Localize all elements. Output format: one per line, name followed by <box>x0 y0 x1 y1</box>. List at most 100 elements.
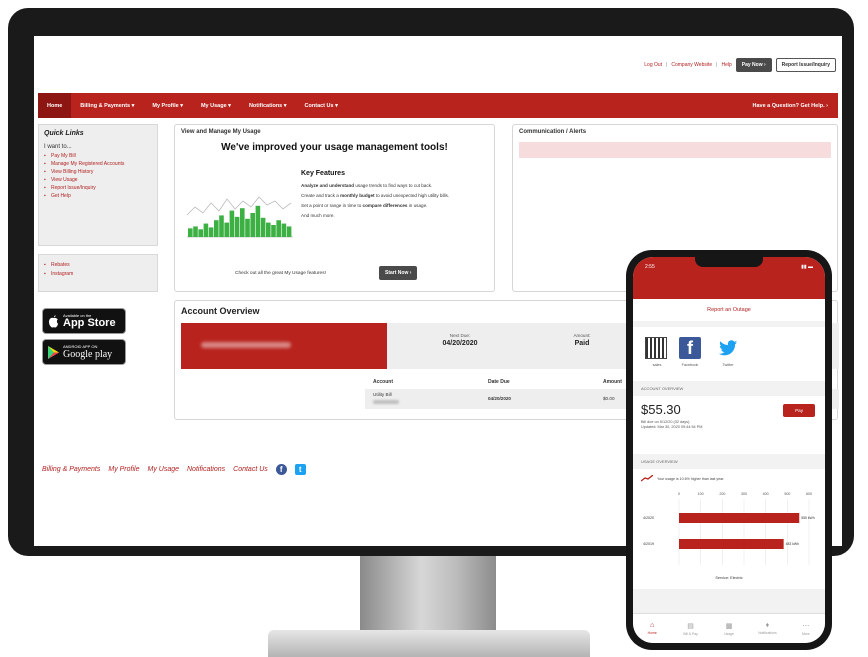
twitter-icon[interactable]: t <box>294 464 306 475</box>
feature-compare-bold: compare differences <box>362 203 408 208</box>
row-account: Utility Bill <box>373 392 392 397</box>
axis-tick-label: 100 <box>698 492 704 496</box>
tab-bill-pay[interactable]: ▤ Bill & Pay <box>671 614 709 643</box>
footer-contact-link[interactable]: Contact Us <box>233 466 268 473</box>
quick-links-list: Pay My Bill Manage My Registered Account… <box>44 152 152 200</box>
col-account: Account <box>373 379 393 385</box>
instagram-link[interactable]: Instagram <box>44 270 152 279</box>
extra-links-panel: Rebates Instagram <box>38 254 158 292</box>
tab-notifications[interactable]: ♦ Notifications <box>748 614 786 643</box>
footer-usage-link[interactable]: My Usage <box>147 466 179 473</box>
nav-billing-payments[interactable]: Billing & Payments ▾ <box>71 93 143 118</box>
nav-home[interactable]: Home <box>38 93 72 118</box>
facebook-icon[interactable]: f <box>679 337 701 359</box>
key-features-title: Key Features <box>301 170 345 177</box>
usage-bar <box>203 223 209 237</box>
nav-my-profile[interactable]: My Profile ▾ <box>143 93 192 118</box>
bell-icon: ♦ <box>765 622 770 629</box>
usage-chart-thumbnail <box>185 185 295 241</box>
more-icon: ⋯ <box>802 622 810 630</box>
usage-overview-card: Your usage is 10.6% higher than last yea… <box>633 469 825 589</box>
usage-bar <box>240 208 245 237</box>
pay-now-button[interactable]: Pay Now › <box>735 58 772 72</box>
usage-note: Your usage is 10.6% higher than last yea… <box>657 476 725 481</box>
nav-contact-us[interactable]: Contact Us ▾ <box>296 93 347 118</box>
account-name-banner <box>181 323 387 369</box>
bar-value-label: 483 kWh <box>786 542 799 546</box>
usage-bar <box>198 229 203 237</box>
apple-icon <box>48 314 59 329</box>
row-date-due: 04/20/2020 <box>488 396 511 401</box>
usage-bar <box>224 222 229 237</box>
feature-analyze: Analyze and understand usage trends to f… <box>301 183 491 189</box>
usage-bar <box>255 205 261 237</box>
feature-budget: Create and track a monthly budget to avo… <box>301 193 491 199</box>
quick-link-view-usage[interactable]: View Usage <box>44 176 152 184</box>
report-issue-button[interactable]: Report Issue/Inquiry <box>775 58 836 72</box>
tab-more-label: More <box>801 631 810 636</box>
usage-bar <box>188 228 193 237</box>
usage-bar <box>229 210 235 237</box>
axis-tick-label: 0 <box>678 492 680 496</box>
google-play-big: Google play <box>63 349 113 360</box>
trend-up-icon <box>641 475 653 482</box>
pay-button[interactable]: Pay <box>783 404 815 417</box>
phone-notch <box>695 257 763 267</box>
quick-link-billing-history[interactable]: View Billing History <box>44 168 152 176</box>
help-link[interactable]: Help <box>721 62 731 68</box>
axis-tick-label: 500 <box>784 492 790 496</box>
app-store-badge[interactable]: Available on the App Store <box>42 308 126 334</box>
phone-time: 2:55 <box>645 264 655 270</box>
due-info: Bill due on 5/12/20 (32 days). Updated: … <box>641 420 702 430</box>
axis-tick-label: 400 <box>763 492 769 496</box>
app-store-text: Available on the App Store <box>63 313 116 329</box>
quick-link-pay-bill[interactable]: Pay My Bill <box>44 152 152 160</box>
tab-usage-label: Usage <box>724 631 734 636</box>
usage-headline: We've improved your usage management too… <box>221 142 448 153</box>
feature-compare: Set a point or range in time to compare … <box>301 203 491 209</box>
tab-usage[interactable]: ▩ Usage <box>710 614 748 643</box>
phone-account-card: $55.30 Bill due on 5/12/20 (32 days). Up… <box>633 396 825 454</box>
usage-bar <box>266 222 271 237</box>
footer-notifications-link[interactable]: Notifications <box>187 466 225 473</box>
quick-link-manage-accounts[interactable]: Manage My Registered Accounts <box>44 160 152 168</box>
nav-notifications[interactable]: Notifications ▾ <box>240 93 296 118</box>
usage-bar <box>679 539 784 549</box>
facebook-label: Facebook <box>681 363 699 367</box>
start-now-button[interactable]: Start Now › <box>379 266 418 280</box>
signal-battery-icon: ▮▮ ▬ <box>801 264 813 270</box>
usage-card-title: View and Manage My Usage <box>181 129 261 135</box>
usage-card: View and Manage My Usage We've improved … <box>174 124 495 292</box>
usage-note-row: Your usage is 10.6% higher than last yea… <box>641 475 724 482</box>
marketing-composite: Log Out | Company Website | Help Pay Now… <box>0 0 868 657</box>
google-play-badge[interactable]: ANDROID APP ON Google play <box>42 339 126 365</box>
twitter-bird-icon[interactable] <box>717 337 739 359</box>
google-play-text: ANDROID APP ON Google play <box>63 344 112 360</box>
report-outage-link[interactable]: Report an Outage <box>633 299 825 321</box>
footer-billing-link[interactable]: Billing & Payments <box>42 466 100 473</box>
tab-more[interactable]: ⋯ More <box>787 614 825 643</box>
get-help-link[interactable]: Have a Question? Get Help. › <box>753 103 839 109</box>
axis-tick-label: 600 <box>806 492 812 496</box>
tab-home[interactable]: ⌂ Home <box>633 614 671 643</box>
quick-link-get-help[interactable]: Get Help <box>44 192 152 200</box>
sales-qr-icon[interactable] <box>645 337 667 359</box>
usage-bar <box>286 226 292 237</box>
quick-link-report-issue[interactable]: Report Issue/Inquiry <box>44 184 152 192</box>
usage-bar <box>679 513 800 523</box>
log-out-link[interactable]: Log Out <box>644 62 662 68</box>
updated-line: Updated: Mar 30, 2020 09:44:54 PM <box>641 425 703 429</box>
usage-bar <box>271 225 276 237</box>
feature-compare-post: in usage. <box>407 203 428 208</box>
usage-bar <box>193 226 198 237</box>
facebook-icon[interactable]: f <box>275 464 287 475</box>
rebates-link[interactable]: Rebates <box>44 261 152 270</box>
company-website-link[interactable]: Company Website <box>671 62 712 68</box>
footer-profile-link[interactable]: My Profile <box>108 466 139 473</box>
sales-label: sales <box>652 363 662 367</box>
quick-links-panel: Quick Links I want to... Pay My Bill Man… <box>38 124 158 246</box>
monitor-neck <box>360 556 496 632</box>
col-date-due: Date Due <box>488 379 510 385</box>
nav-my-usage[interactable]: My Usage ▾ <box>192 93 240 118</box>
feature-budget-pre: Create and track a <box>301 193 341 198</box>
